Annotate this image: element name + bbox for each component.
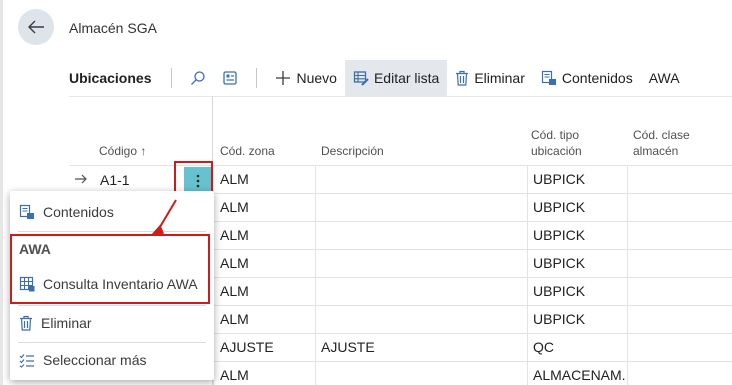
toolbar-separator bbox=[171, 68, 173, 88]
list-title: Ubicaciones bbox=[69, 70, 152, 86]
filter-pane-icon bbox=[223, 71, 238, 85]
menu-item-contents[interactable]: Contenidos bbox=[10, 194, 214, 230]
table-row[interactable]: ALM UBPICK bbox=[69, 165, 732, 193]
menu-item-select-more[interactable]: Seleccionar más bbox=[10, 342, 214, 378]
cell-bin-type: ALMACENAM. bbox=[533, 367, 626, 383]
cell-zone: ALM bbox=[220, 227, 249, 243]
bin-contents-icon bbox=[19, 204, 34, 219]
menu-item-label: Seleccionar más bbox=[43, 352, 147, 368]
cell-zone: ALM bbox=[220, 367, 249, 383]
toolbar-divider bbox=[69, 96, 732, 97]
back-button[interactable] bbox=[18, 9, 54, 45]
edit-list-icon bbox=[353, 71, 369, 86]
new-button-label: Nuevo bbox=[296, 70, 337, 86]
current-row-arrow-icon bbox=[74, 172, 88, 188]
menu-item-label: Eliminar bbox=[41, 315, 92, 331]
awa-button[interactable]: AWA bbox=[641, 60, 688, 96]
column-header-bin-type-line2: ubicación bbox=[531, 144, 582, 158]
menu-item-label: Contenidos bbox=[43, 204, 114, 220]
page-caption: Almacén SGA bbox=[69, 20, 157, 36]
column-header-bin-type[interactable]: Cód. tipo ubicación bbox=[531, 127, 582, 159]
trash-icon bbox=[20, 315, 32, 331]
window-frame-edge bbox=[0, 0, 3, 385]
column-divider bbox=[527, 165, 528, 385]
delete-button[interactable]: Eliminar bbox=[447, 60, 533, 96]
column-header-zone[interactable]: Cód. zona bbox=[220, 143, 275, 159]
checklist-icon bbox=[19, 354, 34, 368]
plus-icon bbox=[276, 71, 291, 85]
cell-code[interactable]: A1-1 bbox=[100, 172, 130, 188]
column-header-description[interactable]: Descripción bbox=[321, 143, 384, 159]
column-header-code[interactable]: Código ↑ bbox=[99, 143, 146, 159]
arrow-left-icon bbox=[28, 20, 44, 34]
toolbar-separator bbox=[256, 68, 258, 88]
new-button[interactable]: Nuevo bbox=[267, 60, 344, 96]
column-divider bbox=[315, 165, 316, 385]
cell-description: AJUSTE bbox=[321, 339, 375, 355]
cell-bin-type: UBPICK bbox=[533, 227, 586, 243]
filter-pane-button[interactable] bbox=[214, 60, 246, 96]
search-button[interactable] bbox=[182, 60, 214, 96]
menu-item-delete[interactable]: Eliminar bbox=[10, 305, 214, 341]
menu-divider bbox=[18, 231, 206, 232]
edit-list-label: Editar lista bbox=[373, 70, 440, 86]
search-icon bbox=[191, 71, 206, 85]
column-header-warehouse-class[interactable]: Cód. clase almacén bbox=[633, 127, 690, 159]
cell-zone: AJUSTE bbox=[220, 339, 274, 355]
cell-bin-type: UBPICK bbox=[533, 283, 586, 299]
cell-bin-type: UBPICK bbox=[533, 171, 586, 187]
cell-zone: ALM bbox=[220, 311, 249, 327]
cell-zone: ALM bbox=[220, 255, 249, 271]
cell-zone: ALM bbox=[220, 283, 249, 299]
column-header-warehouse-class-line1: Cód. clase bbox=[633, 128, 690, 142]
trash-icon bbox=[456, 70, 469, 86]
column-divider bbox=[627, 165, 628, 385]
cell-bin-type: UBPICK bbox=[533, 199, 586, 215]
cell-bin-type: QC bbox=[533, 339, 554, 355]
column-header-bin-type-line1: Cód. tipo bbox=[531, 128, 580, 142]
column-header-warehouse-class-line2: almacén bbox=[633, 144, 679, 158]
cell-bin-type: UBPICK bbox=[533, 311, 586, 327]
awa-label: AWA bbox=[648, 70, 680, 86]
contents-label: Contenidos bbox=[561, 70, 633, 86]
contents-button[interactable]: Contenidos bbox=[533, 60, 641, 96]
action-bar: Ubicaciones Nuevo Editar lista Eliminar … bbox=[69, 60, 688, 96]
bin-contents-icon bbox=[541, 70, 556, 85]
cell-zone: ALM bbox=[220, 199, 249, 215]
delete-label: Eliminar bbox=[474, 70, 525, 86]
annotation-highlight-box bbox=[10, 234, 210, 304]
cell-bin-type: UBPICK bbox=[533, 255, 586, 271]
edit-list-button[interactable]: Editar lista bbox=[344, 60, 448, 96]
cell-zone: ALM bbox=[220, 171, 249, 187]
